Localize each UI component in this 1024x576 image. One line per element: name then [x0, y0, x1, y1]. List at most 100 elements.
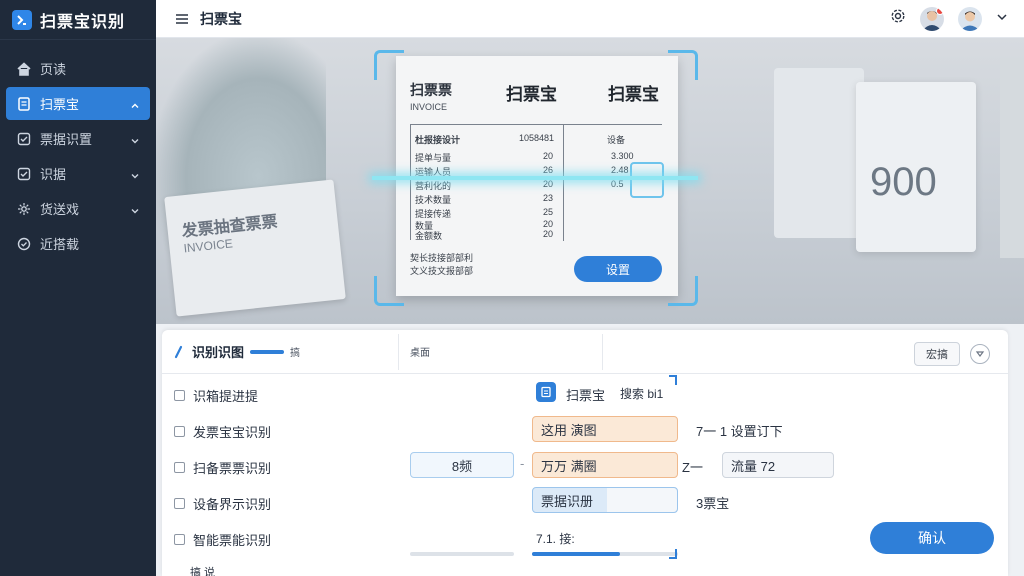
result-text: 3票宝 — [696, 496, 730, 511]
checkbox[interactable] — [174, 426, 185, 437]
header-actions — [890, 6, 1008, 31]
background-card — [1000, 58, 1024, 258]
option-label: 智能票能识别 — [193, 533, 272, 548]
divider — [602, 334, 603, 370]
receipt-footer-line: 契长技接部部利 — [410, 253, 474, 263]
bracket-marker — [669, 549, 677, 559]
option-label: 识箱提进提 — [193, 389, 259, 404]
sidebar-item-delivery[interactable]: 货送戏 — [6, 192, 150, 225]
app-brand[interactable]: 扫票宝识别 — [0, 0, 156, 40]
sidebar-item-label: 识据 — [40, 167, 67, 182]
pen-icon — [172, 345, 186, 359]
notification-badge — [936, 6, 944, 15]
invoice-icon — [536, 382, 556, 402]
sidebar-item-invoice-settings[interactable]: 票据识置 — [6, 122, 150, 155]
panel-header: 识别识图 搞 桌面 宏搞 — [162, 330, 1008, 374]
background-card-value: 900 — [870, 160, 937, 204]
slider-track[interactable] — [410, 552, 514, 556]
chevron-down-icon — [130, 169, 140, 179]
table-cell: 0.5 — [611, 179, 624, 189]
recognized-field[interactable]: 这用 演图 — [532, 416, 678, 442]
result-text: Z一 — [682, 460, 703, 475]
scan-frame-corner — [668, 50, 698, 80]
option-row[interactable]: 设备界示识别 — [174, 494, 271, 513]
table-cell: 20 — [543, 179, 554, 189]
table-divider — [563, 125, 564, 241]
panel-footer-text: 搞 说 — [190, 567, 216, 576]
receipt-title-right: 扫票宝 — [608, 85, 659, 104]
arrow-icon: - — [520, 456, 525, 471]
sidebar-item-label: 页读 — [40, 62, 67, 77]
sidebar-item-recognition[interactable]: 识据 — [6, 157, 150, 190]
brand-label: 扫票宝 — [566, 388, 606, 403]
field-value: 票据识册 — [541, 493, 594, 509]
divider — [398, 334, 399, 370]
sidebar-item-label: 近搭载 — [40, 237, 80, 252]
option-row[interactable]: 识箱提进提 — [174, 386, 258, 405]
field-remaining — [607, 488, 677, 512]
table-cell: 20 — [543, 151, 554, 161]
scan-frame-corner — [668, 276, 698, 306]
avatar[interactable] — [958, 6, 982, 31]
table-cell: 杜报接设计 — [415, 135, 461, 145]
check-circle-icon — [16, 236, 32, 252]
gear-icon[interactable] — [890, 8, 906, 29]
settings-spark-icon — [16, 201, 32, 217]
scan-frame-corner — [374, 50, 404, 80]
table-cell: 技术数量 — [415, 195, 452, 205]
confirm-button[interactable]: 确认 — [870, 522, 994, 554]
option-row[interactable]: 扫备票票识别 — [174, 458, 271, 477]
table-cell: 金额数 — [415, 231, 443, 241]
result-field[interactable]: 流量 72 — [722, 452, 834, 478]
option-row[interactable]: 智能票能识别 — [174, 530, 271, 549]
home-icon — [16, 61, 32, 77]
checkbox[interactable] — [174, 534, 185, 545]
receipt-subtitle: INVOICE — [410, 102, 448, 112]
chevron-down-icon — [130, 204, 140, 214]
sidebar-item-label: 货送戏 — [40, 202, 80, 217]
table-cell: 2.48 — [611, 165, 629, 175]
sidebar-item-scanner[interactable]: 扫票宝 — [6, 87, 150, 120]
scan-line — [372, 176, 698, 180]
doc-check-icon — [16, 131, 32, 147]
option-row[interactable]: 发票宝宝识别 — [174, 422, 271, 441]
chevron-down-icon[interactable] — [996, 10, 1008, 28]
table-cell: 3.300 — [611, 151, 634, 161]
receipt-setup-button[interactable]: 设置 — [574, 256, 662, 282]
table-cell: 设备 — [607, 135, 626, 145]
app-logo-icon — [12, 9, 32, 30]
panel-action-button[interactable]: 宏搞 — [914, 342, 960, 366]
amount-field[interactable]: 8频 — [410, 452, 514, 478]
bracket-marker — [669, 375, 677, 385]
table-cell: 1058481 — [519, 133, 555, 143]
slider[interactable] — [532, 552, 678, 556]
brand-sub-label: 搜索 bi1 — [620, 387, 664, 401]
recognized-field[interactable]: 万万 满圈 — [532, 452, 678, 478]
checkbox[interactable] — [174, 498, 185, 509]
panel-mid-label: 桌面 — [410, 348, 430, 359]
scan-frame-corner — [374, 276, 404, 306]
menu-icon[interactable] — [174, 11, 190, 27]
app-title: 扫票宝识别 — [40, 13, 126, 31]
avatar[interactable] — [920, 6, 944, 31]
receipt-title-left: 扫票票 — [410, 82, 452, 98]
checkbox[interactable] — [174, 390, 185, 401]
panel-title: 识别识图 — [192, 345, 245, 360]
option-label: 扫备票票识别 — [193, 461, 272, 476]
scan-viewport: 发票抽查票票 INVOICE 900 扫票票 INVOICE 扫票宝 扫票宝 杜… — [156, 38, 1024, 324]
checkbox[interactable] — [174, 462, 185, 473]
receipt-footer: 契长技接部部利 文义技文报部部 — [410, 252, 473, 278]
slider-fill — [532, 552, 620, 556]
invoice-icon — [16, 96, 32, 112]
sidebar-item-home[interactable]: 页读 — [6, 52, 150, 85]
sidebar-item-label: 票据识置 — [40, 132, 93, 147]
sidebar-item-recent[interactable]: 近搭载 — [6, 227, 150, 260]
chevron-up-icon — [130, 99, 140, 109]
filter-icon[interactable] — [970, 344, 990, 364]
chevron-down-icon — [130, 134, 140, 144]
top-header: 扫票宝 — [156, 0, 1024, 38]
sidebar-nav: 页读 扫票宝 票据识置 识据 货送戏 近搭载 — [0, 52, 156, 260]
table-cell: 20 — [543, 219, 554, 229]
recognized-field-active[interactable]: 票据识册 — [532, 487, 678, 513]
table-cell: 提单与量 — [415, 153, 452, 163]
